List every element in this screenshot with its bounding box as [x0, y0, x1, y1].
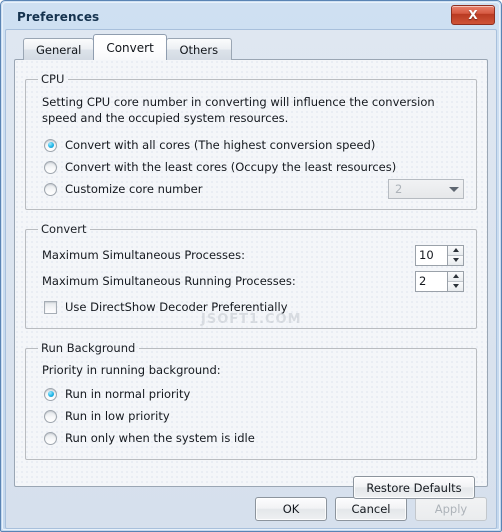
tab-convert[interactable]: Convert — [93, 34, 167, 60]
radio-low-priority[interactable]: Run in low priority — [44, 405, 466, 427]
radio-icon-selected — [44, 138, 57, 152]
cpu-description: Setting CPU core number in converting wi… — [42, 95, 435, 125]
spin-up-button[interactable] — [448, 245, 463, 255]
max-processes-label: Maximum Simultaneous Processes: — [42, 248, 245, 262]
checkbox-icon-unchecked — [44, 300, 57, 314]
restore-defaults-wrap: Restore Defaults — [25, 476, 475, 499]
directshow-checkbox-row[interactable]: Use DirectShow Decoder Preferentially — [44, 296, 466, 318]
convert-group: Convert Maximum Simultaneous Processes: … — [25, 222, 477, 329]
directshow-label: Use DirectShow Decoder Preferentially — [65, 300, 288, 314]
tab-general[interactable]: General — [23, 38, 95, 60]
dialog-body: General Convert Others CPU Setting CPU c… — [5, 29, 497, 529]
cpu-group: CPU Setting CPU core number in convertin… — [25, 72, 477, 210]
spin-up-button[interactable] — [448, 271, 463, 281]
radio-label-system-idle: Run only when the system is idle — [65, 431, 255, 445]
arrow-down-icon — [452, 258, 459, 262]
tab-page-convert: CPU Setting CPU core number in convertin… — [14, 59, 488, 499]
radio-label-customize-core: Customize core number — [65, 182, 203, 196]
apply-button: Apply — [415, 497, 487, 521]
radio-icon-unselected — [44, 160, 57, 174]
max-running-processes-spin-buttons — [447, 270, 464, 292]
close-icon: X — [468, 8, 478, 22]
max-running-processes-row: Maximum Simultaneous Running Processes: … — [42, 268, 466, 294]
priority-sub-label: Priority in running background: — [42, 363, 221, 377]
radio-label-low-priority: Run in low priority — [65, 409, 170, 423]
radio-label-normal-priority: Run in normal priority — [65, 387, 191, 401]
ok-button[interactable]: OK — [255, 497, 327, 521]
core-number-value: 2 — [395, 182, 403, 196]
max-processes-row: Maximum Simultaneous Processes: 10 — [42, 242, 466, 268]
radio-icon-unselected — [44, 409, 57, 423]
radio-system-idle[interactable]: Run only when the system is idle — [44, 427, 466, 449]
chevron-down-icon — [449, 186, 459, 192]
radio-icon-selected — [44, 387, 57, 401]
max-running-processes-stepper[interactable]: 2 — [415, 270, 464, 292]
arrow-up-icon — [452, 274, 459, 278]
dialog-footer: OK Cancel Apply — [6, 497, 496, 521]
cpu-group-legend: CPU — [41, 72, 65, 86]
close-button[interactable]: X — [451, 5, 495, 25]
core-number-combobox[interactable]: 2 — [388, 179, 464, 199]
radio-icon-unselected — [44, 182, 57, 196]
max-processes-stepper[interactable]: 10 — [415, 244, 464, 266]
radio-normal-priority[interactable]: Run in normal priority — [44, 383, 466, 405]
radio-label-least-cores: Convert with the least cores (Occupy the… — [65, 160, 397, 174]
convert-group-legend: Convert — [41, 222, 87, 236]
run-background-legend: Run Background — [41, 341, 136, 355]
arrow-up-icon — [452, 248, 459, 252]
radio-convert-least-cores[interactable]: Convert with the least cores (Occupy the… — [44, 156, 466, 178]
max-running-processes-input[interactable]: 2 — [415, 270, 447, 292]
radio-convert-all-cores[interactable]: Convert with all cores (The highest conv… — [44, 134, 466, 156]
title-bar: Preferences X — [5, 5, 497, 29]
arrow-down-icon — [452, 284, 459, 288]
max-running-processes-label: Maximum Simultaneous Running Processes: — [42, 274, 296, 288]
preferences-window: Preferences X General Convert Others CPU… — [0, 0, 502, 532]
max-processes-spin-buttons — [447, 244, 464, 266]
run-background-group: Run Background Priority in running backg… — [25, 341, 477, 460]
cancel-button[interactable]: Cancel — [335, 497, 407, 521]
restore-defaults-button[interactable]: Restore Defaults — [353, 476, 475, 499]
radio-icon-unselected — [44, 431, 57, 445]
max-processes-input[interactable]: 10 — [415, 244, 447, 266]
radio-label-all-cores: Convert with all cores (The highest conv… — [65, 138, 376, 152]
spin-down-button[interactable] — [448, 254, 463, 265]
spin-down-button[interactable] — [448, 280, 463, 291]
tab-strip: General Convert Others — [14, 34, 488, 60]
tab-others[interactable]: Others — [165, 38, 232, 60]
window-title: Preferences — [17, 10, 100, 24]
